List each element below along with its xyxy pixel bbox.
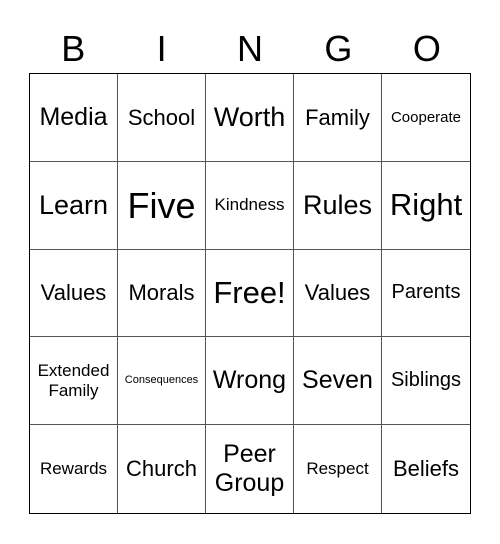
bingo-cell[interactable]: Respect: [294, 425, 382, 513]
bingo-header: B I N G O: [29, 26, 471, 72]
bingo-cell[interactable]: Worth: [206, 74, 294, 162]
bingo-cell[interactable]: Beliefs: [382, 425, 470, 513]
free-space-cell[interactable]: Free!: [206, 249, 294, 338]
bingo-cell[interactable]: Rewards: [30, 425, 118, 513]
bingo-cell[interactable]: Wrong: [206, 337, 294, 426]
header-letter-i: I: [156, 28, 167, 69]
bingo-cell[interactable]: Church: [118, 425, 206, 513]
bingo-cell[interactable]: Values: [30, 249, 118, 338]
header-letter-n: N: [237, 28, 264, 69]
bingo-cell[interactable]: School: [118, 74, 206, 162]
bingo-cell[interactable]: Consequences: [118, 337, 206, 426]
bingo-cell[interactable]: Siblings: [382, 337, 470, 426]
bingo-cell[interactable]: Seven: [294, 337, 382, 426]
bingo-cell[interactable]: Values: [294, 249, 382, 338]
bingo-cell[interactable]: Right: [382, 162, 470, 250]
header-letter-b: B: [61, 28, 86, 69]
bingo-cell[interactable]: Peer Group: [206, 425, 294, 513]
bingo-cell[interactable]: Media: [30, 74, 118, 162]
bingo-cell[interactable]: Learn: [30, 161, 118, 250]
header-letter-o: O: [412, 28, 441, 69]
bingo-card-grid: Media School Worth Family Cooperate Learn Five…: [29, 73, 471, 514]
bingo-cell[interactable]: Extended Family: [30, 337, 118, 426]
bingo-cell[interactable]: Rules: [294, 161, 382, 250]
bingo-cell[interactable]: Parents: [382, 250, 470, 338]
bingo-cell[interactable]: Cooperate: [382, 74, 470, 162]
bingo-cell[interactable]: Five: [118, 161, 206, 250]
bingo-cell[interactable]: Kindness: [206, 161, 294, 250]
bingo-cell[interactable]: Family: [294, 74, 382, 162]
bingo-cell[interactable]: Morals: [118, 249, 206, 338]
header-letter-g: G: [324, 28, 353, 69]
